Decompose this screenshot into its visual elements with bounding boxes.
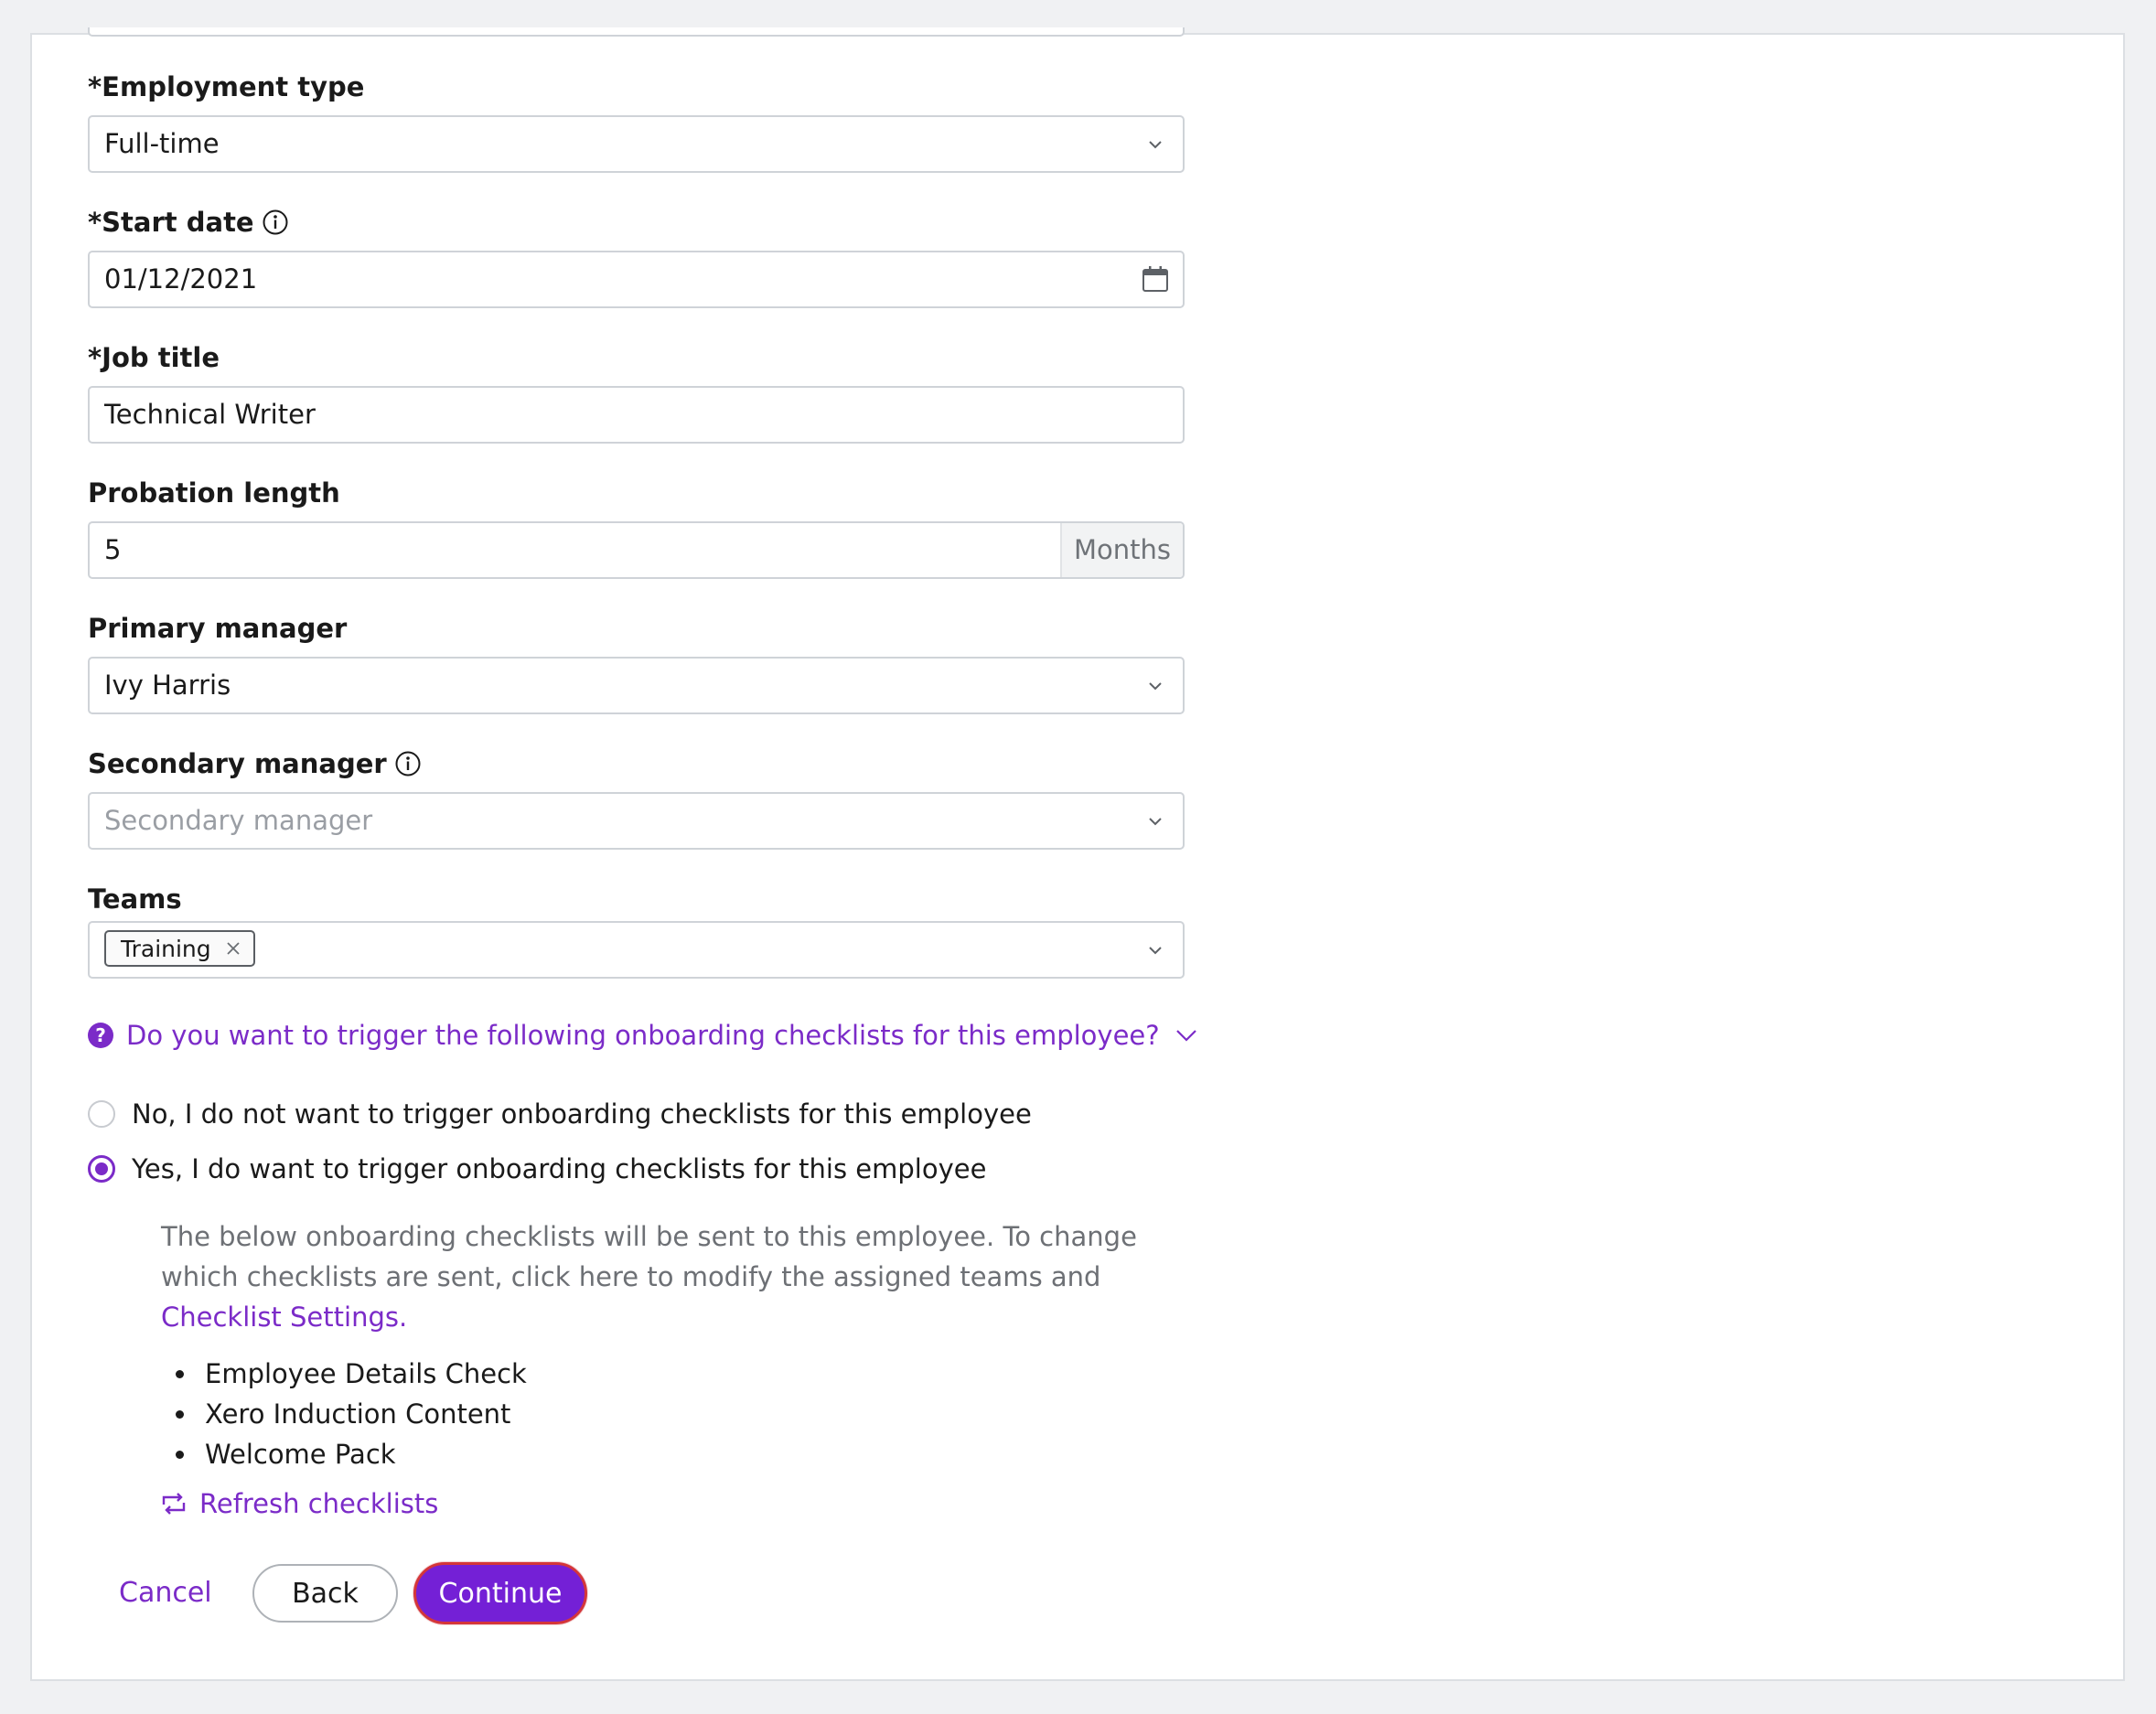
info-icon[interactable]: [262, 209, 289, 236]
chevron-down-icon: [1149, 141, 1162, 149]
teams-multiselect[interactable]: Training: [88, 921, 1185, 979]
job-title-label: *Job title: [88, 342, 220, 373]
chevron-down-icon: [1149, 818, 1162, 826]
radio-no-label: No, I do not want to trigger onboarding …: [132, 1098, 1032, 1130]
continue-button[interactable]: Continue: [413, 1562, 587, 1624]
employment-type-label: *Employment type: [88, 71, 365, 102]
team-tag: Training: [104, 930, 255, 967]
list-item: Employee Details Check: [161, 1354, 527, 1394]
probation-length-value: 5: [104, 534, 122, 565]
question-icon: ?: [88, 1023, 113, 1048]
employment-type-value: Full-time: [104, 128, 220, 159]
remove-tag-icon[interactable]: [226, 941, 241, 956]
start-date-input[interactable]: 01/12/2021: [88, 251, 1185, 308]
start-date-value: 01/12/2021: [104, 263, 258, 295]
radio-no-trigger[interactable]: No, I do not want to trigger onboarding …: [88, 1098, 1032, 1130]
refresh-label: Refresh checklists: [199, 1488, 439, 1519]
probation-length-input[interactable]: 5 Months: [88, 521, 1185, 579]
primary-manager-select[interactable]: Ivy Harris: [88, 657, 1185, 714]
job-title-input[interactable]: Technical Writer: [88, 386, 1185, 444]
secondary-manager-select[interactable]: Secondary manager: [88, 792, 1185, 850]
refresh-icon: [162, 1493, 186, 1515]
list-item: Xero Induction Content: [161, 1394, 527, 1434]
calendar-icon[interactable]: [1142, 265, 1169, 293]
checklist-list: Employee Details Check Xero Induction Co…: [161, 1354, 527, 1474]
secondary-manager-placeholder: Secondary manager: [104, 805, 373, 836]
job-title-value: Technical Writer: [104, 399, 316, 430]
primary-manager-label: Primary manager: [88, 613, 348, 644]
radio-yes-label: Yes, I do want to trigger onboarding che…: [132, 1153, 987, 1184]
checklist-description-text: The below onboarding checklists will be …: [161, 1221, 1137, 1292]
chevron-down-icon: [1149, 682, 1162, 691]
refresh-checklists-button[interactable]: Refresh checklists: [161, 1488, 438, 1519]
probation-unit-suffix: Months: [1060, 523, 1183, 577]
secondary-manager-label: Secondary manager: [88, 747, 422, 780]
onboarding-question-text: Do you want to trigger the following onb…: [126, 1020, 1160, 1051]
teams-label: Teams: [88, 884, 182, 915]
checklist-settings-link[interactable]: Checklist Settings.: [161, 1297, 1195, 1337]
radio-button[interactable]: [88, 1100, 115, 1128]
checklist-description: The below onboarding checklists will be …: [161, 1216, 1195, 1337]
info-icon[interactable]: [394, 750, 422, 777]
list-item: Welcome Pack: [161, 1434, 527, 1474]
team-tag-label: Training: [121, 935, 211, 962]
employment-type-select[interactable]: Full-time: [88, 115, 1185, 173]
previous-field-edge: [88, 27, 1185, 37]
radio-yes-trigger[interactable]: Yes, I do want to trigger onboarding che…: [88, 1153, 986, 1184]
cancel-button[interactable]: Cancel: [119, 1573, 212, 1613]
chevron-down-icon: [1175, 1030, 1196, 1042]
primary-manager-value: Ivy Harris: [104, 670, 231, 701]
onboarding-question-toggle[interactable]: ? Do you want to trigger the following o…: [88, 1020, 1200, 1051]
probation-length-label: Probation length: [88, 477, 340, 509]
chevron-down-icon: [1149, 947, 1162, 955]
radio-button-selected[interactable]: [88, 1155, 115, 1183]
start-date-label: *Start date: [88, 206, 289, 239]
back-button[interactable]: Back: [252, 1564, 398, 1623]
